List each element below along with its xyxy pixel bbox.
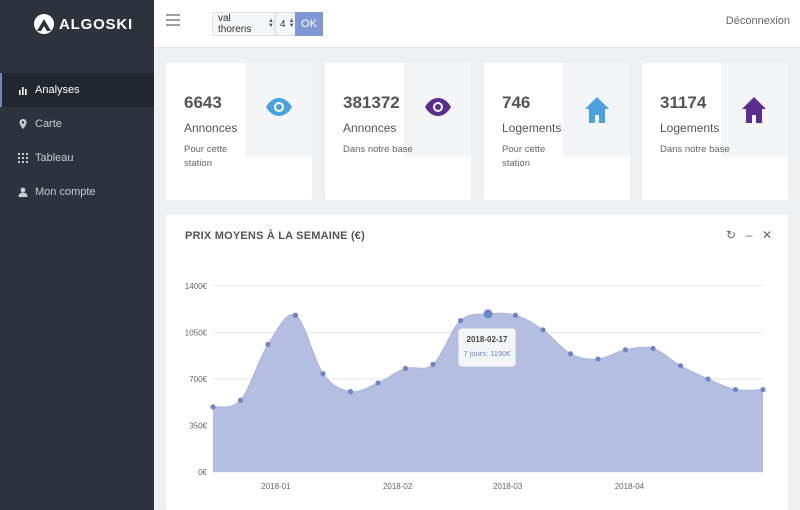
topbar: val thorens ▲ ▼ 4 ▲ ▼ OK Déconnexion [154, 0, 800, 48]
sidebar-item-label: Mon compte [35, 186, 96, 198]
stat-card-annonces-station: 6643 Annonces Pour cette station [166, 63, 312, 200]
data-point [402, 365, 409, 371]
sidebar: ALGOSKI Analyses Carte Tableau Mon compt… [0, 0, 154, 510]
select-arrows-icon: ▲ ▼ [288, 18, 295, 29]
x-tick-label: 2018-01 [261, 482, 291, 491]
card-value: 381372 [343, 93, 400, 112]
data-point [347, 389, 354, 395]
data-point [292, 312, 299, 318]
chart-tooltip: 2018-02-17 7 jours: 1190€ [458, 327, 516, 367]
sidebar-item-label: Carte [35, 118, 62, 130]
stat-card-logements-station: 746 Logements Pour cette station [484, 63, 630, 200]
card-value: 746 [502, 93, 531, 112]
card-label: Annonces [343, 121, 397, 135]
price-chart-panel: PRIX MOYENS À LA SEMAINE (€) ↻ – ✕ 0€ 350… [166, 215, 788, 510]
eye-icon [266, 98, 292, 116]
grid-icon [17, 153, 29, 163]
y-tick-label: 700€ [189, 375, 207, 384]
data-point [512, 312, 519, 318]
y-tick-label: 1050€ [185, 329, 208, 338]
data-point [567, 351, 574, 357]
eye-icon [425, 98, 451, 116]
data-point [210, 404, 216, 410]
sidebar-item-label: Analyses [35, 84, 80, 96]
data-point [375, 380, 381, 386]
card-icon-background [404, 63, 471, 157]
data-point [595, 356, 601, 362]
card-description: Dans notre base [343, 144, 413, 155]
number-select-value: 4 [280, 18, 286, 30]
bar-chart-icon [17, 86, 29, 95]
hamburger-menu-icon[interactable] [166, 14, 180, 26]
x-tick-label: 2018-02 [383, 482, 413, 491]
tooltip-date: 2018-02-17 [466, 334, 508, 344]
data-point [430, 361, 436, 367]
sidebar-item-label: Tableau [35, 152, 74, 164]
brand[interactable]: ALGOSKI [0, 0, 154, 48]
ok-button[interactable]: OK [295, 12, 323, 36]
card-value: 6643 [184, 93, 222, 112]
card-description: Pour cette station [502, 144, 546, 169]
data-point [705, 376, 711, 382]
data-point [732, 387, 739, 393]
y-tick-label: 1400€ [185, 282, 208, 291]
x-tick-label: 2018-03 [493, 482, 523, 491]
y-tick-label: 350€ [189, 422, 207, 431]
home-icon [742, 97, 766, 123]
stat-card-logements-base: 31174 Logements Dans notre base [642, 63, 788, 200]
data-point [237, 397, 244, 403]
number-select[interactable]: 4 ▲ ▼ [275, 12, 296, 36]
data-point [650, 345, 656, 352]
sidebar-nav: Analyses Carte Tableau Mon compte [0, 73, 154, 209]
card-value: 31174 [660, 93, 707, 112]
map-pin-icon [17, 119, 29, 129]
station-select[interactable]: val thorens ▲ ▼ [212, 12, 275, 36]
mountain-logo-icon [34, 14, 54, 34]
user-icon [17, 187, 29, 197]
data-point [457, 317, 464, 324]
sidebar-item-mon-compte[interactable]: Mon compte [0, 175, 154, 209]
data-point [265, 341, 271, 348]
brand-name: ALGOSKI [59, 15, 133, 33]
highlight-point [483, 309, 493, 319]
station-select-value: val thorens [218, 13, 252, 35]
card-description: Dans notre base [660, 144, 730, 155]
tooltip-value: 7 jours: 1190€ [463, 348, 511, 358]
data-point [760, 387, 766, 393]
card-label: Logements [502, 121, 562, 135]
data-point [320, 371, 326, 377]
card-label: Annonces [184, 121, 238, 135]
logout-link[interactable]: Déconnexion [726, 15, 790, 27]
x-tick-label: 2018-04 [615, 482, 645, 491]
sidebar-item-tableau[interactable]: Tableau [0, 141, 154, 175]
card-label: Logements [660, 121, 720, 135]
home-icon [585, 97, 609, 123]
data-point [622, 347, 629, 353]
card-description: Pour cette station [184, 144, 228, 169]
y-tick-label: 0€ [198, 468, 207, 477]
data-point [540, 327, 546, 333]
card-icon-background [245, 63, 312, 157]
card-icon-background [563, 63, 630, 157]
sidebar-item-carte[interactable]: Carte [0, 107, 154, 141]
stat-card-annonces-base: 381372 Annonces Dans notre base [325, 63, 471, 200]
data-point [677, 363, 684, 369]
card-icon-background [721, 63, 788, 157]
select-arrows-icon: ▲ ▼ [268, 18, 274, 29]
sidebar-item-analyses[interactable]: Analyses [0, 73, 154, 107]
